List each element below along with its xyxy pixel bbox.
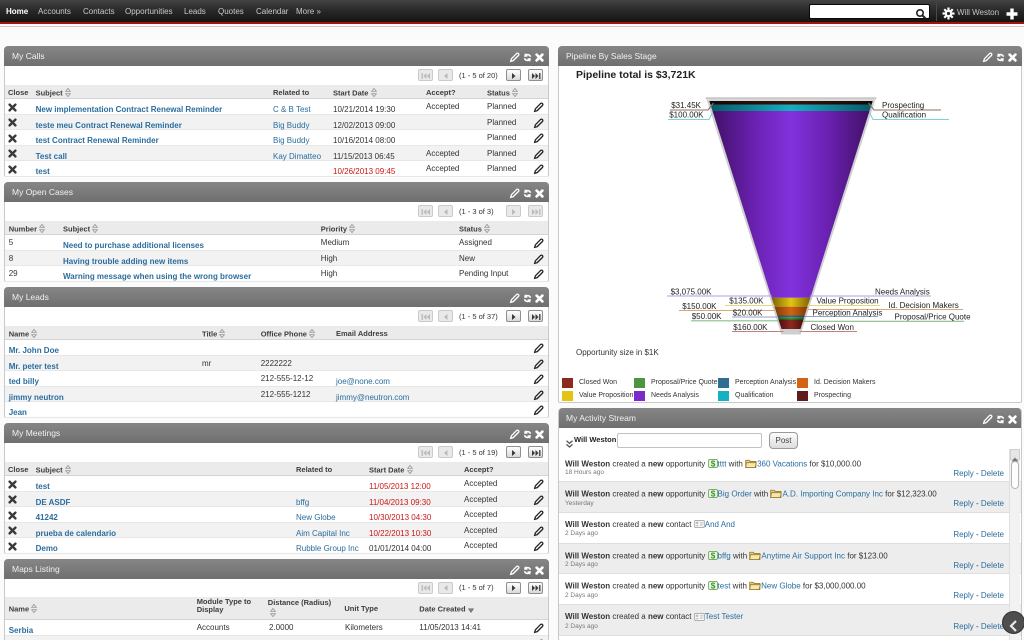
svg-text:Value Proposition: Value Proposition [817, 297, 879, 306]
svg-text:$31.45K: $31.45K [671, 101, 701, 110]
svg-text:Needs Analysis: Needs Analysis [875, 288, 930, 297]
svg-text:$100.00K: $100.00K [669, 111, 704, 120]
svg-text:Perception Analysis: Perception Analysis [813, 308, 883, 317]
svg-text:$150.00K: $150.00K [682, 302, 717, 311]
svg-text:Proposal/Price Quote: Proposal/Price Quote [895, 313, 972, 322]
svg-text:Prospecting: Prospecting [882, 101, 924, 110]
svg-text:$: $ [710, 490, 715, 499]
svg-text:Closed Won: Closed Won [811, 323, 854, 332]
svg-text:$50.00K: $50.00K [692, 312, 722, 321]
svg-text:$135.00K: $135.00K [729, 297, 764, 306]
svg-text:$160.00K: $160.00K [733, 323, 768, 332]
svg-text:$3,075.00K: $3,075.00K [671, 288, 713, 297]
svg-text:Id. Decision Makers: Id. Decision Makers [889, 301, 959, 310]
svg-text:$: $ [710, 551, 715, 560]
svg-text:$20.00K: $20.00K [733, 308, 763, 317]
svg-text:$: $ [710, 459, 715, 468]
svg-text:$: $ [710, 582, 715, 591]
svg-text:Qualification: Qualification [882, 111, 926, 120]
